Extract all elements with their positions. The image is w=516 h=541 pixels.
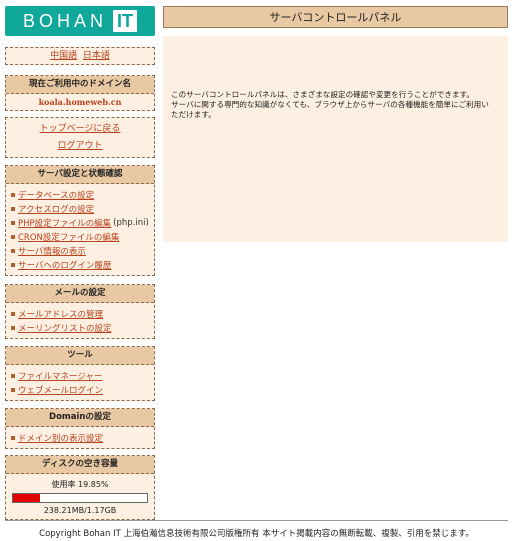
access-log-settings-link[interactable]: アクセスログの設定 (18, 203, 94, 215)
disk-space-box: ディスクの空き容量 使用率 19.85% 238.21MB/1.17GB (5, 455, 155, 520)
cron-edit-link[interactable]: CRON設定ファイルの編集 (18, 231, 119, 243)
language-japanese-link[interactable]: 日本語 (83, 51, 110, 61)
disk-usage-fill (13, 494, 40, 502)
bullet-icon (11, 374, 15, 378)
navigation-box: トップページに戻る ログアウト (5, 117, 155, 158)
logo-word: BOHAN (22, 10, 107, 31)
mail-settings-box: メールの設定 メールアドレスの管理 メーリングリストの設定 (5, 284, 155, 339)
footer-copyright: Copyright Bohan IT 上海伯瀚信息技術有限公司版権所有 本サイト… (39, 529, 474, 539)
menu-item-cron: CRON設定ファイルの編集 (11, 230, 154, 244)
php-ini-edit-link[interactable]: PHP設定ファイルの編集 (18, 217, 111, 229)
tools-box: ツール ファイルマネージャー ウェブメールログイン (5, 346, 155, 401)
menu-item-database: データベースの設定 (11, 188, 154, 202)
menu-item-webmail: ウェブメールログイン (11, 383, 154, 397)
disk-usage-label: 使用率 19.85% (51, 480, 109, 489)
main-content-panel: このサーバコントロールパネルは、さまざまな設定の確認や変更を行うことができます。… (163, 36, 508, 242)
logout-link[interactable]: ログアウト (57, 141, 102, 151)
bullet-icon (11, 436, 15, 440)
menu-item-php-ini: PHP設定ファイルの編集 (php.ini) (11, 216, 154, 230)
intro-line-1: このサーバコントロールパネルは、さまざまな設定の確認や変更を行うことができます。 (171, 90, 474, 99)
bullet-icon (11, 249, 15, 253)
bullet-icon (11, 235, 15, 239)
menu-item-access-log: アクセスログの設定 (11, 202, 154, 216)
menu-item-mail-address: メールアドレスの管理 (11, 307, 154, 321)
mail-address-link[interactable]: メールアドレスの管理 (18, 308, 103, 320)
server-settings-box: サーバ設定と状態確認 データベースの設定 アクセスログの設定 PHP設定ファイル… (5, 165, 155, 276)
top-page-link[interactable]: トップページに戻る (40, 124, 121, 134)
language-switch-box: 中国語 日本語 (5, 47, 155, 65)
menu-item-domain-display: ドメイン別の表示設定 (11, 431, 154, 445)
webmail-login-link[interactable]: ウェブメールログイン (18, 384, 103, 396)
domain-settings-title: Domainの設定 (6, 409, 154, 427)
mail-settings-title: メールの設定 (6, 285, 154, 303)
php-ini-suffix: (php.ini) (113, 218, 149, 228)
bullet-icon (11, 207, 15, 211)
menu-item-login-history: サーバへのログイン履歴 (11, 258, 154, 272)
menu-item-server-info: サーバ情報の表示 (11, 244, 154, 258)
current-domain-title: 現在ご利用中のドメイン名 (6, 76, 154, 94)
language-chinese-link[interactable]: 中国語 (50, 51, 77, 61)
menu-item-file-manager: ファイルマネージャー (11, 369, 154, 383)
current-domain-box: 現在ご利用中のドメイン名 koala.homeweb.cn (5, 75, 155, 111)
current-domain-value: koala.homeweb.cn (38, 97, 122, 107)
domain-settings-box: Domainの設定 ドメイン別の表示設定 (5, 408, 155, 449)
page-title: サーバコントロールパネル (269, 11, 402, 24)
file-manager-link[interactable]: ファイルマネージャー (18, 370, 102, 382)
disk-capacity: 238.21MB/1.17GB (43, 506, 117, 515)
page-title-bar: サーバコントロールパネル (163, 6, 508, 28)
domain-display-settings-link[interactable]: ドメイン別の表示設定 (18, 432, 103, 444)
disk-usage-bar (12, 493, 148, 503)
bullet-icon (11, 312, 15, 316)
disk-space-title: ディスクの空き容量 (6, 456, 154, 474)
mailing-list-link[interactable]: メーリングリストの設定 (18, 322, 112, 334)
bullet-icon (11, 221, 15, 225)
bullet-icon (11, 193, 15, 197)
login-history-link[interactable]: サーバへのログイン履歴 (18, 259, 111, 271)
tools-title: ツール (6, 347, 154, 365)
server-settings-title: サーバ設定と状態確認 (6, 166, 154, 184)
bullet-icon (11, 263, 15, 267)
intro-line-2: サーバに関する専門的な知識がなくても、ブラウザ上からサーバの各種機能を簡単にご利… (171, 100, 489, 109)
bullet-icon (11, 326, 15, 330)
server-info-link[interactable]: サーバ情報の表示 (18, 245, 86, 257)
menu-item-mailing-list: メーリングリストの設定 (11, 321, 154, 335)
bohan-it-logo: BOHAN IT (5, 6, 155, 36)
logo-it-badge: IT (113, 10, 137, 32)
bullet-icon (11, 388, 15, 392)
footer-divider (5, 520, 508, 521)
intro-line-3: ただけます。 (171, 110, 216, 119)
database-settings-link[interactable]: データベースの設定 (18, 189, 94, 201)
